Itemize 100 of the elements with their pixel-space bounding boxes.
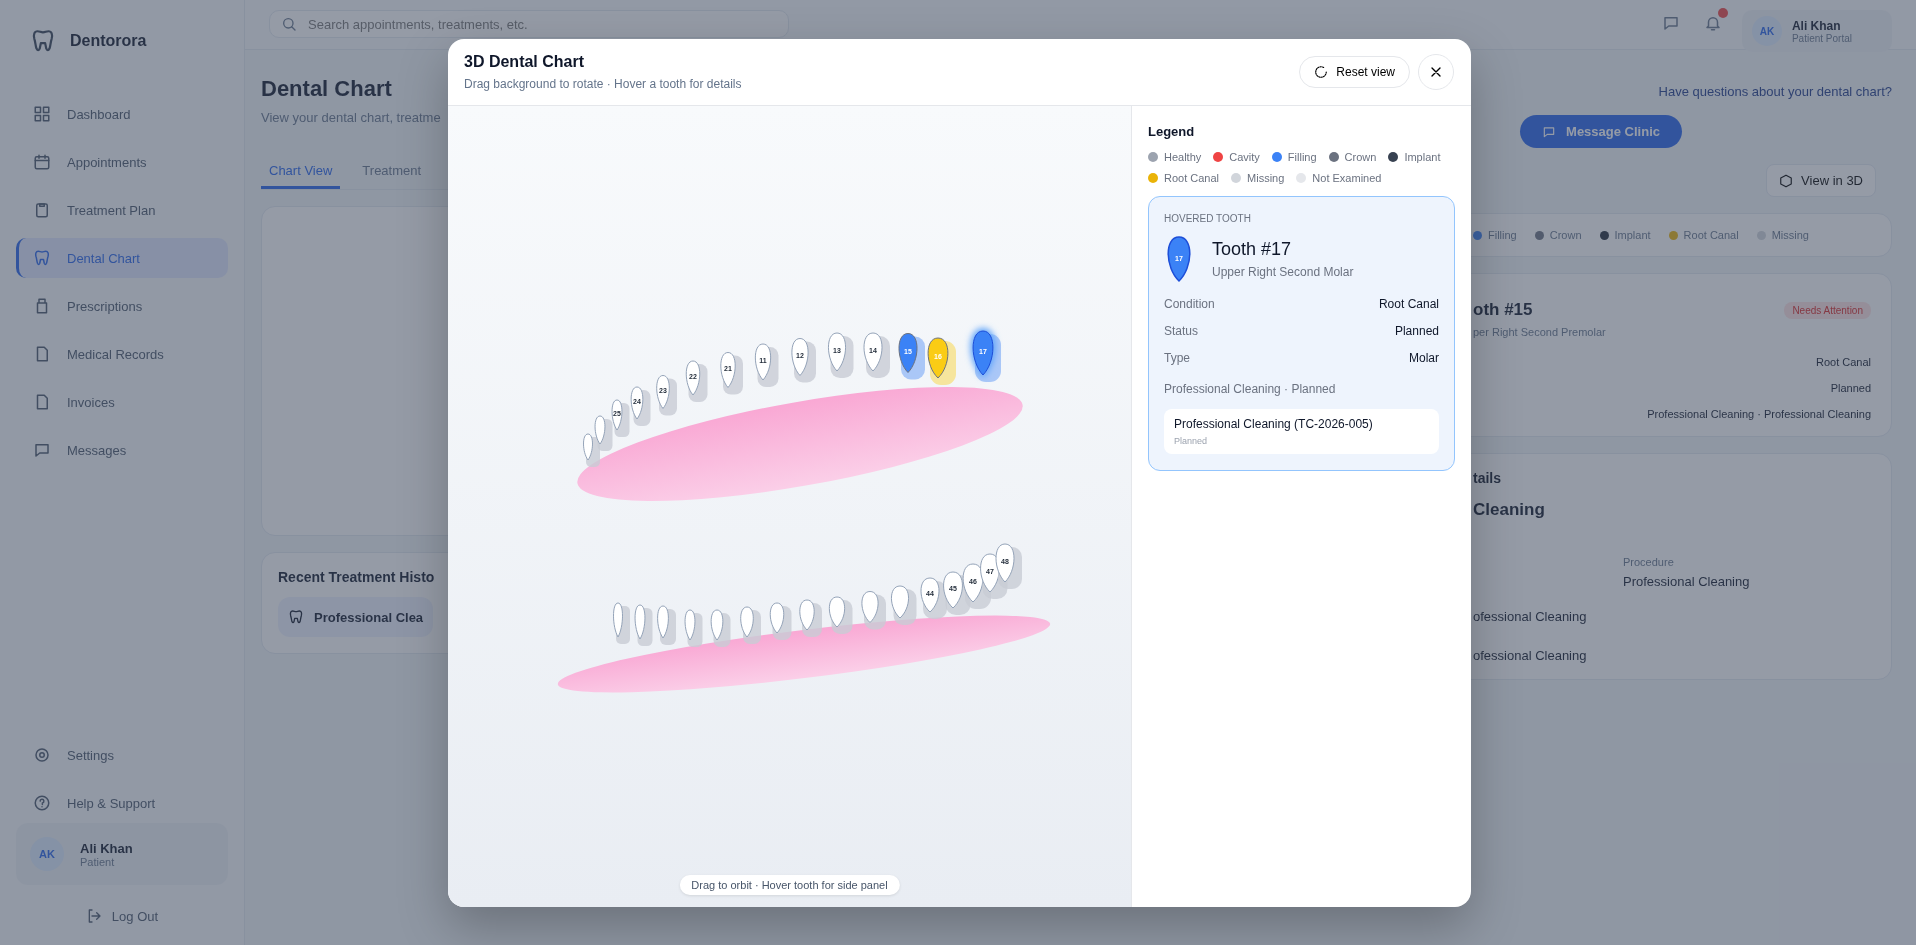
tooth[interactable] <box>754 343 779 387</box>
detail-label: Condition <box>1164 297 1215 311</box>
detail-value: Root Canal <box>1814 356 1871 368</box>
tooth[interactable] <box>634 604 653 646</box>
legend-dot <box>1599 230 1609 240</box>
user-menu[interactable]: AK Ali Khan Patient Portal <box>1741 10 1892 52</box>
tooth[interactable] <box>583 433 600 467</box>
tooth[interactable] <box>740 606 761 644</box>
tooth-icon <box>30 28 56 54</box>
search-field[interactable]: Search appointments, treatments, etc. <box>269 10 789 38</box>
tooth-icon <box>1167 236 1191 282</box>
legend-label: Missing <box>1771 229 1809 241</box>
tooth[interactable] <box>970 328 1001 382</box>
tooth[interactable] <box>613 602 630 644</box>
tooth-subtitle: Upper Right Second Molar <box>1212 265 1354 279</box>
tooth[interactable] <box>791 338 816 383</box>
nav-item[interactable]: Dental Chart <box>16 238 228 278</box>
legend-label: Not Examined <box>1312 172 1382 184</box>
legend-dot <box>1668 230 1678 240</box>
tooth-title: oth #15 <box>1473 300 1533 320</box>
legend-label: Implant <box>1614 229 1651 241</box>
legend-label: Crown <box>1549 229 1582 241</box>
treatment-item[interactable]: Professional Clea <box>278 597 434 637</box>
page-title: Dental Chart <box>261 76 392 102</box>
legend-dot <box>1534 230 1544 240</box>
history-item[interactable]: ofessional Cleaning <box>1473 648 1871 663</box>
tooth[interactable] <box>685 360 708 402</box>
settings-icon <box>33 746 51 764</box>
detail-value: Professional Cleaning · Professional Cleaning <box>1646 408 1871 420</box>
view-3d-button[interactable]: View in 3D <box>1766 164 1876 197</box>
tooth[interactable] <box>611 399 630 437</box>
nav-item[interactable]: Dashboard <box>16 94 228 134</box>
card-heading: HOVERED TOOTH <box>1164 213 1252 224</box>
nav-item[interactable]: Prescriptions <box>16 286 228 326</box>
user-name: Ali Khan <box>80 840 133 856</box>
search-icon <box>281 16 297 32</box>
modal-title: 3D Dental Chart <box>464 53 586 71</box>
reset-icon <box>1314 65 1329 79</box>
field-value: Professional Cleaning <box>1623 574 1751 589</box>
legend-label: Implant <box>1404 151 1441 163</box>
cube-icon <box>1779 173 1794 188</box>
nav-item[interactable]: Messages <box>16 430 228 470</box>
bell-icon <box>1703 14 1722 32</box>
tooth[interactable] <box>594 415 613 451</box>
legend-label: Root Canal <box>1164 172 1220 184</box>
history-item[interactable]: ofessional Cleaning <box>1473 609 1871 624</box>
tooth[interactable] <box>684 609 703 647</box>
legend-label: Cavity <box>1229 151 1260 163</box>
tab[interactable]: Treatment <box>354 155 430 189</box>
tooth[interactable] <box>630 386 651 426</box>
tooth[interactable] <box>898 333 925 380</box>
nav-item[interactable]: Treatment Plan <box>16 190 228 230</box>
treatment-name: Cleaning <box>1473 500 1546 520</box>
tooth[interactable] <box>828 596 853 634</box>
user-role: Patient Portal <box>1791 32 1852 44</box>
user-name: Ali Khan <box>1791 18 1842 33</box>
detail-value: Root Canal <box>1378 297 1439 311</box>
tooth[interactable] <box>863 332 890 378</box>
reset-view-button[interactable]: Reset view <box>1299 56 1410 88</box>
logout-button[interactable]: Log Out <box>16 907 228 925</box>
message-clinic-button[interactable]: Message Clinic <box>1520 115 1682 148</box>
section-title: Recent Treatment Histo <box>278 569 435 585</box>
nav-item[interactable]: Medical Records <box>16 334 228 374</box>
legend-dot <box>1473 230 1482 240</box>
nav-item[interactable]: Help & Support <box>16 783 228 823</box>
tooth[interactable] <box>827 332 854 378</box>
tooth[interactable] <box>920 577 947 619</box>
legend-label: Healthy <box>1164 151 1202 163</box>
legend-label: Filling <box>1488 229 1517 241</box>
nav-item[interactable]: Appointments <box>16 142 228 182</box>
chat-icon <box>33 441 51 459</box>
nav-item[interactable]: Invoices <box>16 382 228 422</box>
tooth[interactable] <box>656 375 677 416</box>
legend-label: Crown <box>1344 151 1377 163</box>
detail-label: Type <box>1164 351 1190 365</box>
treatment-name: Professional Cleaning (TC-2026-005) <box>1174 417 1374 431</box>
tooth[interactable] <box>769 602 792 640</box>
nav-item[interactable]: Settings <box>16 735 228 775</box>
clip-icon <box>33 201 51 219</box>
legend-title: Legend <box>1148 124 1196 139</box>
tooth[interactable] <box>657 605 676 645</box>
treatment-summary: Professional Cleaning · Planned <box>1164 382 1337 396</box>
chat-icon <box>1542 124 1557 139</box>
brand-name: Dentorora <box>70 32 147 50</box>
close-button[interactable] <box>1418 54 1454 90</box>
tab[interactable]: Chart View <box>261 155 341 189</box>
detail-value: Planned <box>1394 324 1439 338</box>
tooth-icon <box>288 609 304 625</box>
legend-label: Missing <box>1247 172 1285 184</box>
user-card[interactable]: AK Ali Khan Patient <box>16 823 228 885</box>
avatar: AK <box>30 837 64 871</box>
avatar: AK <box>1751 16 1782 46</box>
help-icon <box>33 794 51 812</box>
tooth[interactable] <box>995 543 1022 589</box>
notification-dot <box>1717 8 1728 18</box>
grid-icon <box>33 105 51 123</box>
tooth[interactable] <box>927 337 956 385</box>
page-subtitle: View your dental chart, treatme <box>261 110 441 125</box>
tooth[interactable] <box>720 352 743 395</box>
tooth[interactable] <box>890 585 917 625</box>
